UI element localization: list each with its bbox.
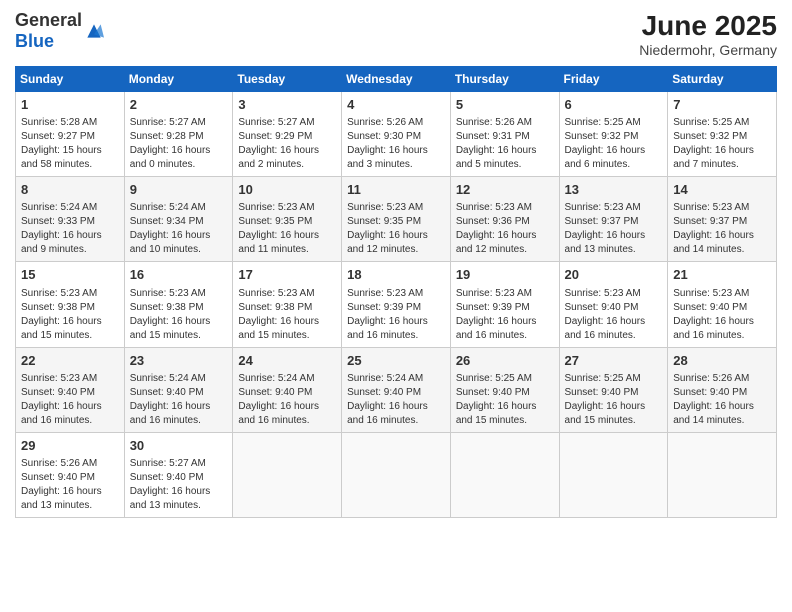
calendar-header-row: Sunday Monday Tuesday Wednesday Thursday…	[16, 67, 777, 92]
table-row: 22Sunrise: 5:23 AMSunset: 9:40 PMDayligh…	[16, 347, 125, 432]
table-row: 9Sunrise: 5:24 AMSunset: 9:34 PMDaylight…	[124, 177, 233, 262]
col-sunday: Sunday	[16, 67, 125, 92]
table-row: 25Sunrise: 5:24 AMSunset: 9:40 PMDayligh…	[342, 347, 451, 432]
col-saturday: Saturday	[668, 67, 777, 92]
table-row: 5Sunrise: 5:26 AMSunset: 9:31 PMDaylight…	[450, 92, 559, 177]
table-row: 27Sunrise: 5:25 AMSunset: 9:40 PMDayligh…	[559, 347, 668, 432]
table-row	[450, 432, 559, 517]
table-row: 16Sunrise: 5:23 AMSunset: 9:38 PMDayligh…	[124, 262, 233, 347]
calendar-table: Sunday Monday Tuesday Wednesday Thursday…	[15, 66, 777, 518]
table-row: 1Sunrise: 5:28 AMSunset: 9:27 PMDaylight…	[16, 92, 125, 177]
table-row: 18Sunrise: 5:23 AMSunset: 9:39 PMDayligh…	[342, 262, 451, 347]
table-row: 26Sunrise: 5:25 AMSunset: 9:40 PMDayligh…	[450, 347, 559, 432]
table-row: 15Sunrise: 5:23 AMSunset: 9:38 PMDayligh…	[16, 262, 125, 347]
table-row	[668, 432, 777, 517]
logo-blue: Blue	[15, 31, 54, 51]
table-row	[559, 432, 668, 517]
col-tuesday: Tuesday	[233, 67, 342, 92]
page-title: June 2025	[639, 10, 777, 42]
table-row: 17Sunrise: 5:23 AMSunset: 9:38 PMDayligh…	[233, 262, 342, 347]
table-row: 30Sunrise: 5:27 AMSunset: 9:40 PMDayligh…	[124, 432, 233, 517]
table-row: 20Sunrise: 5:23 AMSunset: 9:40 PMDayligh…	[559, 262, 668, 347]
table-row: 29Sunrise: 5:26 AMSunset: 9:40 PMDayligh…	[16, 432, 125, 517]
col-wednesday: Wednesday	[342, 67, 451, 92]
table-row: 14Sunrise: 5:23 AMSunset: 9:37 PMDayligh…	[668, 177, 777, 262]
table-row: 19Sunrise: 5:23 AMSunset: 9:39 PMDayligh…	[450, 262, 559, 347]
table-row: 13Sunrise: 5:23 AMSunset: 9:37 PMDayligh…	[559, 177, 668, 262]
table-row: 23Sunrise: 5:24 AMSunset: 9:40 PMDayligh…	[124, 347, 233, 432]
page-header: General Blue June 2025 Niedermohr, Germa…	[15, 10, 777, 58]
logo-general: General	[15, 10, 82, 30]
col-friday: Friday	[559, 67, 668, 92]
logo: General Blue	[15, 10, 104, 52]
table-row: 11Sunrise: 5:23 AMSunset: 9:35 PMDayligh…	[342, 177, 451, 262]
table-row: 24Sunrise: 5:24 AMSunset: 9:40 PMDayligh…	[233, 347, 342, 432]
table-row: 4Sunrise: 5:26 AMSunset: 9:30 PMDaylight…	[342, 92, 451, 177]
page-subtitle: Niedermohr, Germany	[639, 42, 777, 58]
col-monday: Monday	[124, 67, 233, 92]
table-row: 28Sunrise: 5:26 AMSunset: 9:40 PMDayligh…	[668, 347, 777, 432]
table-row: 21Sunrise: 5:23 AMSunset: 9:40 PMDayligh…	[668, 262, 777, 347]
table-row: 10Sunrise: 5:23 AMSunset: 9:35 PMDayligh…	[233, 177, 342, 262]
logo-icon	[84, 21, 104, 41]
table-row: 7Sunrise: 5:25 AMSunset: 9:32 PMDaylight…	[668, 92, 777, 177]
table-row: 6Sunrise: 5:25 AMSunset: 9:32 PMDaylight…	[559, 92, 668, 177]
table-row: 3Sunrise: 5:27 AMSunset: 9:29 PMDaylight…	[233, 92, 342, 177]
table-row	[233, 432, 342, 517]
table-row	[342, 432, 451, 517]
title-block: June 2025 Niedermohr, Germany	[639, 10, 777, 58]
col-thursday: Thursday	[450, 67, 559, 92]
table-row: 12Sunrise: 5:23 AMSunset: 9:36 PMDayligh…	[450, 177, 559, 262]
table-row: 2Sunrise: 5:27 AMSunset: 9:28 PMDaylight…	[124, 92, 233, 177]
table-row: 8Sunrise: 5:24 AMSunset: 9:33 PMDaylight…	[16, 177, 125, 262]
